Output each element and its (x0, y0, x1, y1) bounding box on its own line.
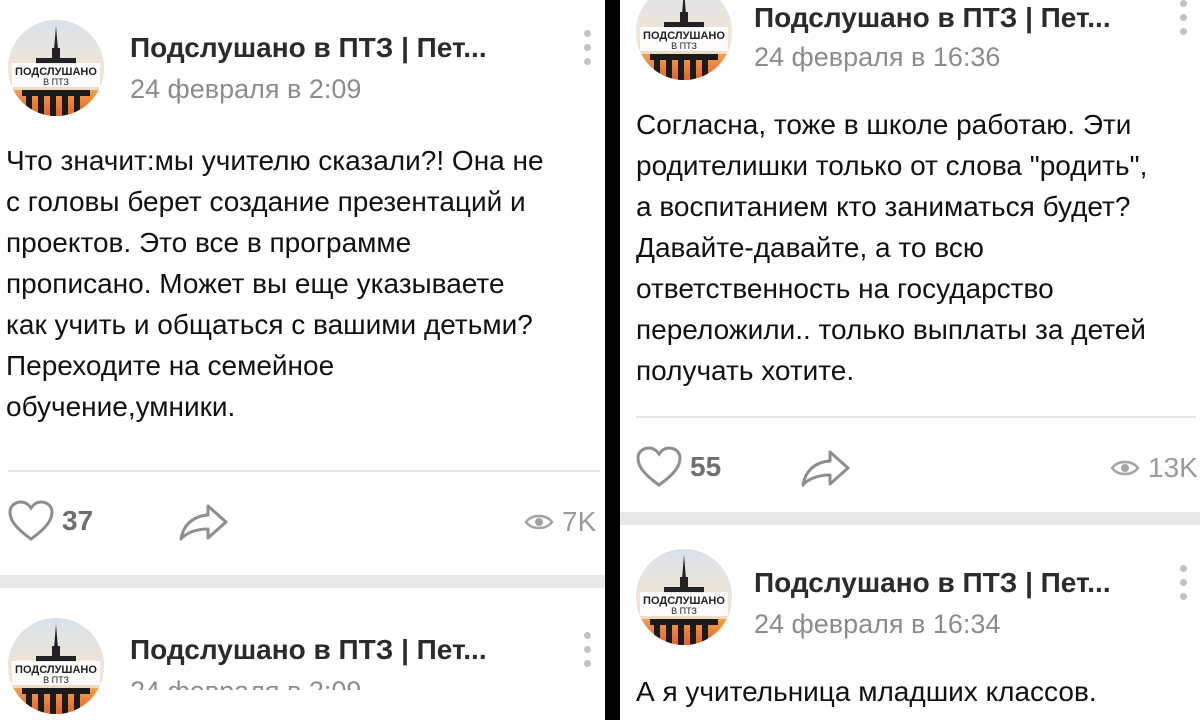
heart-icon (636, 446, 682, 487)
post-text-line: Давайте-давайте, а то всю (636, 232, 984, 263)
post-author[interactable]: Подслушано в ПТЗ | Пет... (130, 634, 487, 666)
post-text-line: Что значит:мы учителю сказали?! Она не (6, 145, 544, 176)
community-avatar[interactable]: ПОДСЛУШАНО В ПТЗ (636, 549, 732, 645)
more-vertical-icon[interactable] (582, 30, 592, 70)
left-screenshot-panel: ПОДСЛУШАНО В ПТЗ Подслушано в ПТЗ | Пет.… (0, 0, 605, 720)
post-text-line: получать хотите. (636, 355, 855, 386)
like-count: 37 (62, 505, 94, 536)
post-author[interactable]: Подслушано в ПТЗ | Пет... (754, 2, 1111, 34)
post-card: ПОДСЛУШАНО В ПТЗ Подслушано в ПТЗ | Пет.… (620, 0, 1200, 512)
feed-separator (0, 575, 605, 588)
post-text-line: ответственность на государство (636, 273, 1054, 304)
eye-icon (524, 514, 554, 530)
views-count: 13K (1148, 452, 1198, 483)
post-date[interactable]: 24 февраля в 16:36 (754, 42, 1000, 73)
share-arrow-icon (801, 450, 850, 487)
community-avatar[interactable]: ПОДСЛУШАНО В ПТЗ (636, 0, 732, 80)
like-button[interactable]: 37 (8, 500, 93, 542)
post-text: Что значит:мы учителю сказали?! Она не с… (6, 140, 601, 427)
community-avatar[interactable]: ПОДСЛУШАНО В ПТЗ (8, 20, 104, 116)
post-text-line: как учить и общаться с вашими детьми? (6, 309, 533, 340)
post-author[interactable]: Подслушано в ПТЗ | Пет... (130, 32, 487, 64)
share-button[interactable] (800, 448, 852, 488)
community-avatar[interactable]: ПОДСЛУШАНО В ПТЗ (8, 618, 104, 714)
post-divider (636, 416, 1196, 418)
more-vertical-icon[interactable] (582, 632, 592, 672)
svg-text:В ПТЗ: В ПТЗ (671, 41, 697, 51)
post-text-line: родителишки только от слова "родить", (636, 150, 1148, 181)
like-count: 55 (690, 451, 722, 482)
post-text-line: Переходите на семейное (6, 350, 335, 381)
share-button[interactable] (178, 502, 230, 542)
post-card: ПОДСЛУШАНО В ПТЗ Подслушано в ПТЗ | Пет.… (620, 525, 1200, 720)
post-card: ПОДСЛУШАНО В ПТЗ Подслушано в ПТЗ | Пет.… (0, 0, 605, 575)
more-vertical-icon[interactable] (1178, 0, 1188, 40)
eye-icon (1110, 460, 1140, 476)
views-counter: 13K (1110, 452, 1198, 484)
post-divider (8, 470, 600, 472)
heart-icon (8, 500, 54, 541)
post-text-line: А я учительница младших классов. (636, 676, 1097, 707)
post-text-line: Согласна, тоже в школе работаю. Эти (636, 109, 1132, 140)
post-author[interactable]: Подслушано в ПТЗ | Пет... (754, 567, 1111, 599)
more-vertical-icon[interactable] (1178, 565, 1188, 605)
views-counter: 7K (524, 506, 596, 538)
svg-text:В ПТЗ: В ПТЗ (43, 675, 69, 685)
views-count: 7K (562, 506, 597, 537)
post-text-line: прописано. Может вы еще указываете (6, 268, 505, 299)
post-date[interactable]: 24 февраля в 16:34 (754, 609, 1000, 640)
svg-text:В ПТЗ: В ПТЗ (671, 606, 697, 616)
post-text-line: а воспитанием кто заниматься будет? (636, 191, 1131, 222)
post-text-line: с головы берет создание презентаций и (6, 186, 526, 217)
right-screenshot-panel: ПОДСЛУШАНО В ПТЗ Подслушано в ПТЗ | Пет.… (620, 0, 1200, 720)
post-date[interactable]: 24 февраля в 2:09 (130, 676, 361, 690)
post-text: Согласна, тоже в школе работаю. Эти роди… (636, 104, 1196, 391)
post-text: А я учительница младших классов. (636, 671, 1196, 712)
like-button[interactable]: 55 (636, 446, 721, 488)
post-date[interactable]: 24 февраля в 2:09 (130, 74, 361, 105)
post-text-line: обучение,умники. (6, 391, 236, 422)
post-text-line: проектов. Это все в программе (6, 227, 412, 258)
post-text-line: переложили.. только выплаты за детей (636, 314, 1146, 345)
feed-separator (620, 512, 1200, 525)
svg-text:В ПТЗ: В ПТЗ (43, 77, 69, 87)
post-card: ПОДСЛУШАНО В ПТЗ Подслушано в ПТЗ | Пет.… (0, 588, 605, 720)
share-arrow-icon (179, 504, 228, 541)
